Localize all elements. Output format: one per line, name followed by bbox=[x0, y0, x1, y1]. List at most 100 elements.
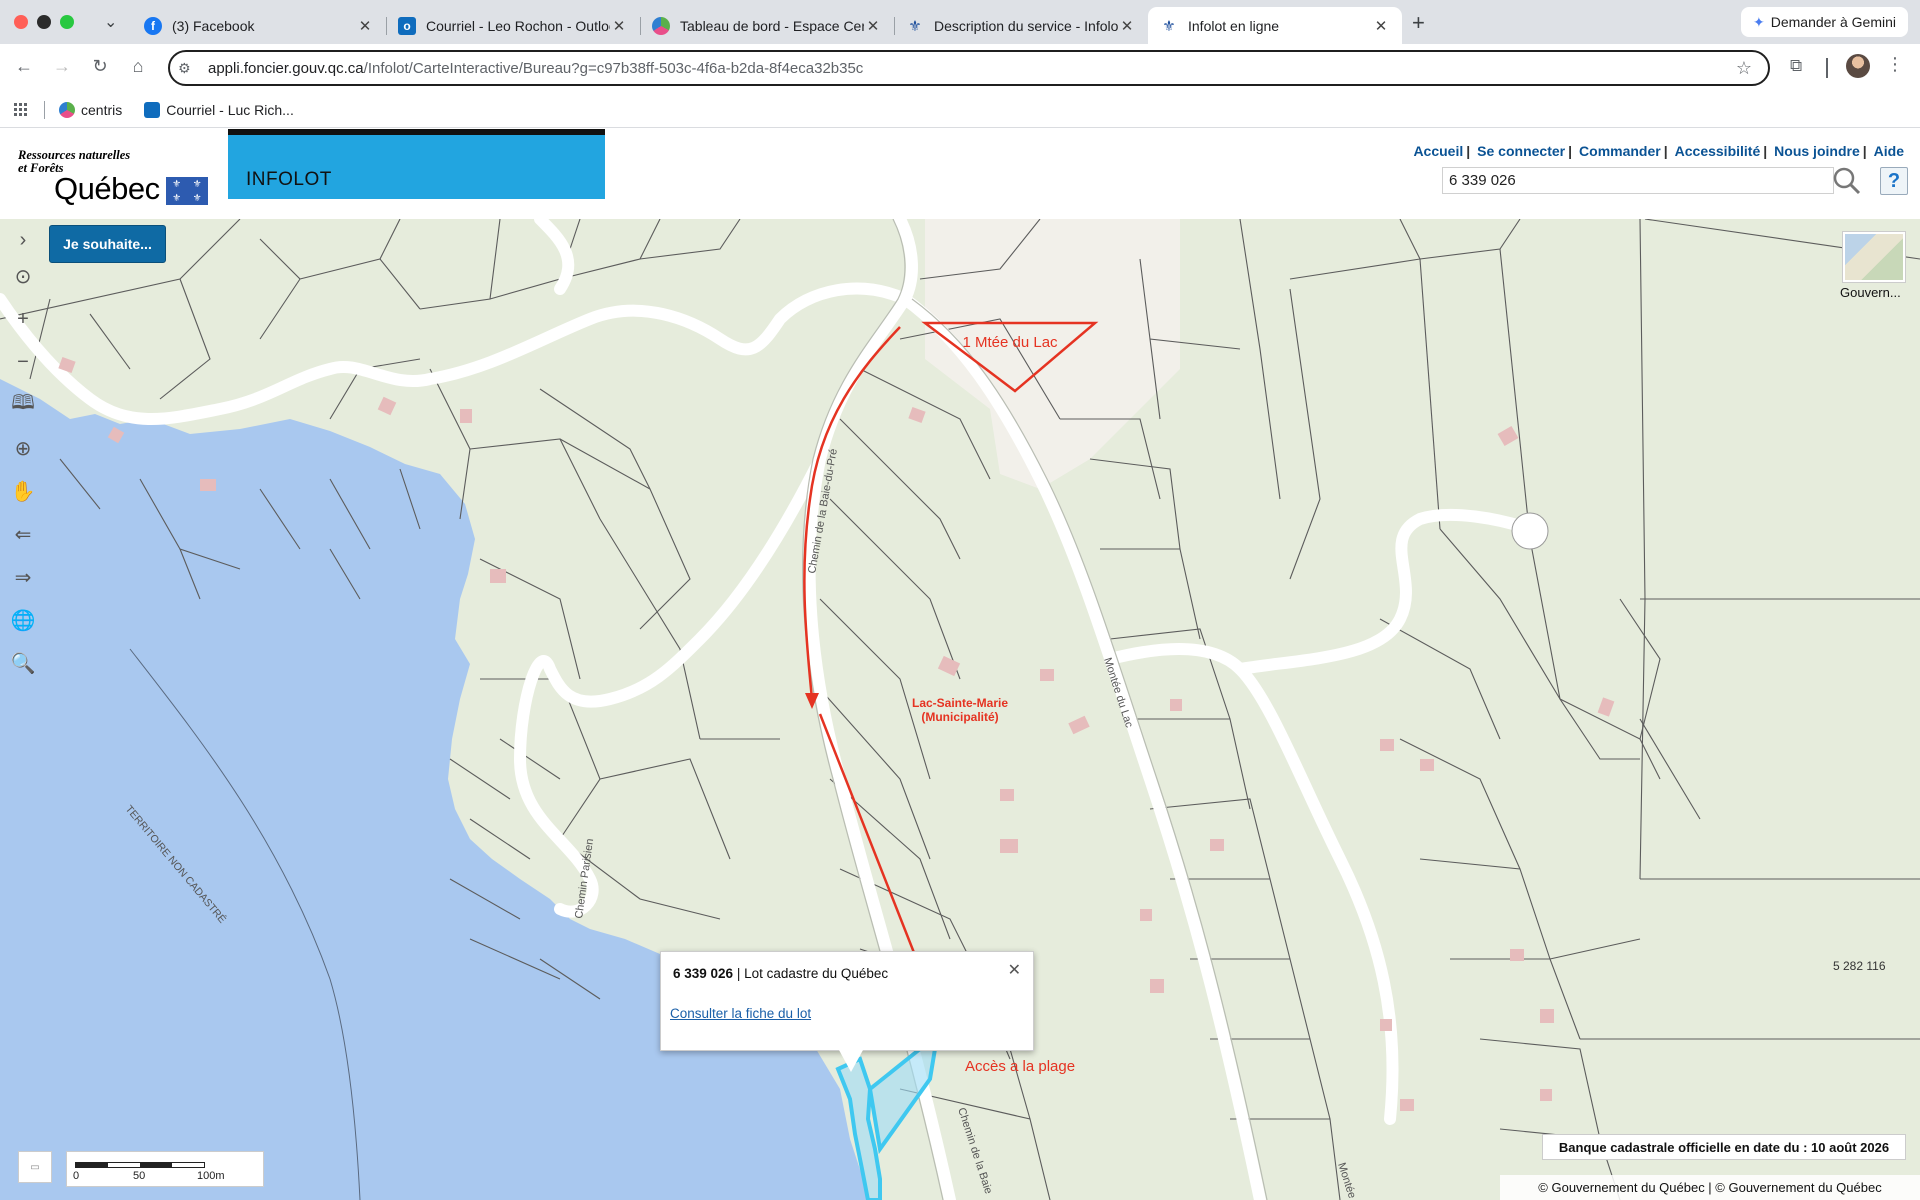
gemini-label: Demander à Gemini bbox=[1770, 14, 1896, 30]
previous-extent-icon[interactable]: ⇐ bbox=[4, 517, 42, 551]
next-extent-icon[interactable]: ⇒ bbox=[4, 560, 42, 594]
home-icon[interactable]: ⌂ bbox=[126, 56, 150, 77]
scale-label-50: 50 bbox=[133, 1170, 146, 1182]
link-accueil[interactable]: Accueil bbox=[1413, 143, 1463, 159]
bookmark-star-icon[interactable]: ☆ bbox=[1736, 58, 1752, 79]
maximize-window-button[interactable] bbox=[60, 15, 74, 29]
quebec-logo[interactable]: Ressources naturelles et Forêts Québec ⚜… bbox=[18, 149, 218, 209]
popup-title: 6 339 026 | Lot cadastre du Québec bbox=[673, 966, 889, 981]
scale-label-100m: 100m bbox=[197, 1170, 225, 1182]
tab-close-icon[interactable]: ✕ bbox=[356, 17, 374, 35]
basemap-switcher[interactable] bbox=[1842, 231, 1906, 283]
road-label-montee: Montée bbox=[1335, 1161, 1358, 1200]
centris-icon bbox=[59, 101, 75, 118]
lot-search-input[interactable]: 6 339 026 bbox=[1442, 167, 1834, 194]
minimize-window-button[interactable] bbox=[37, 15, 51, 29]
gemini-sparkle-icon: ✦ bbox=[1752, 13, 1765, 30]
back-arrow-icon[interactable]: ← bbox=[12, 56, 36, 77]
search-icon[interactable] bbox=[1832, 166, 1862, 196]
quebec-fleur-de-lis-icon: ⚜ bbox=[1162, 17, 1176, 35]
je-souhaite-button[interactable]: Je souhaite... bbox=[49, 225, 166, 263]
browser-menu-icon[interactable]: ⋮ bbox=[1886, 54, 1904, 75]
logo-quebec-text: Québec bbox=[54, 171, 160, 206]
basemap-thumbnail bbox=[1845, 234, 1903, 280]
url-text[interactable]: appli.foncier.gouv.qc.ca/Infolot/CarteIn… bbox=[208, 60, 863, 77]
link-se-connecter[interactable]: Se connecter bbox=[1477, 143, 1565, 159]
scale-bar-graphic bbox=[75, 1162, 205, 1168]
reload-icon[interactable]: ↻ bbox=[88, 56, 112, 77]
tab-title: Tableau de bord - Espace Centris bbox=[680, 17, 864, 34]
tab-close-icon[interactable]: ✕ bbox=[1118, 17, 1136, 35]
tab-search-chevron-icon[interactable]: ⌄ bbox=[104, 12, 117, 32]
quebec-fleur-de-lis-icon: ⚜ bbox=[908, 17, 922, 35]
tab-infolot-description[interactable]: ⚜ Description du service - Infolot ✕ bbox=[894, 7, 1148, 44]
tab-centris[interactable]: Tableau de bord - Espace Centris ✕ bbox=[640, 7, 894, 44]
expand-panel-chevron-icon[interactable]: › bbox=[4, 229, 42, 251]
map-copyright: © Gouvernement du Québec | © Gouvernemen… bbox=[1500, 1175, 1920, 1200]
ask-gemini-button[interactable]: ✦ Demander à Gemini bbox=[1740, 7, 1908, 37]
extensions-puzzle-icon[interactable]: ⧉ bbox=[1790, 56, 1802, 76]
road-cul-de-sac bbox=[1511, 512, 1549, 550]
tab-close-icon[interactable]: ✕ bbox=[610, 17, 628, 35]
zoom-to-selection-icon[interactable]: 🔍 bbox=[4, 646, 42, 680]
app-title: INFOLOT bbox=[246, 169, 332, 190]
tab-infolot-en-ligne[interactable]: ⚜ Infolot en ligne ✕ bbox=[1148, 7, 1402, 44]
tab-close-icon[interactable]: ✕ bbox=[864, 17, 882, 35]
locate-me-icon[interactable]: ⊙ bbox=[4, 259, 42, 293]
basemap-label: Gouvern... bbox=[1840, 285, 1901, 300]
consulter-fiche-link[interactable]: Consulter la fiche du lot bbox=[670, 1006, 811, 1021]
link-commander[interactable]: Commander bbox=[1579, 143, 1661, 159]
road-label-baie-bottom: Chemin de la Baie bbox=[955, 1106, 994, 1195]
full-extent-icon[interactable]: 🌐 bbox=[4, 603, 42, 637]
profile-avatar[interactable] bbox=[1846, 54, 1870, 78]
site-header: Ressources naturelles et Forêts Québec ⚜… bbox=[0, 129, 1920, 219]
tab-close-icon[interactable]: ✕ bbox=[1372, 17, 1390, 35]
municipality-label-line1: Lac-Sainte-Marie bbox=[912, 696, 1008, 710]
apps-grid-icon[interactable] bbox=[14, 102, 28, 117]
centris-icon bbox=[652, 16, 670, 35]
overview-map-toggle-icon[interactable]: ▭ bbox=[18, 1151, 52, 1183]
bookmarks-divider bbox=[44, 100, 45, 119]
address-bar[interactable]: ⚙ appli.foncier.gouv.qc.ca/Infolot/Carte… bbox=[168, 50, 1770, 86]
map-canvas[interactable]: 1 Mtée du Lac Accès a la plage Lac-Saint… bbox=[0, 219, 1920, 1200]
tab-outlook[interactable]: o Courriel - Leo Rochon - Outlook ✕ bbox=[386, 7, 640, 44]
tab-facebook[interactable]: f (3) Facebook ✕ bbox=[132, 7, 386, 44]
outlook-icon bbox=[144, 101, 161, 118]
pan-hand-icon[interactable]: ✋ bbox=[4, 474, 42, 508]
lake-water bbox=[0, 379, 870, 1200]
interactive-map[interactable]: 1 Mtée du Lac Accès a la plage Lac-Saint… bbox=[0, 219, 1920, 1200]
lot-info-popup: 6 339 026 | Lot cadastre du Québec ✕ Con… bbox=[660, 951, 1034, 1072]
site-settings-icon[interactable]: ⚙ bbox=[178, 60, 208, 77]
tab-title: Description du service - Infolot bbox=[934, 17, 1118, 34]
help-button[interactable]: ? bbox=[1880, 167, 1908, 195]
legend-book-icon[interactable]: 🕮 bbox=[4, 388, 42, 422]
zoom-in-icon[interactable]: + bbox=[4, 302, 42, 336]
outlook-icon: o bbox=[398, 16, 416, 35]
top-navigation: Accueil | Se connecter | Commander | Access… bbox=[1413, 143, 1904, 159]
zoom-out-icon[interactable]: − bbox=[4, 345, 42, 379]
browser-tab-strip: ⌄ f (3) Facebook ✕ o Courriel - Leo Roch… bbox=[0, 0, 1920, 44]
window-controls bbox=[14, 15, 74, 29]
new-tab-plus-icon[interactable]: + bbox=[1412, 10, 1425, 36]
bookmark-courriel[interactable]: Courriel - Luc Rich... bbox=[144, 101, 294, 118]
close-window-button[interactable] bbox=[14, 15, 28, 29]
tab-title: Infolot en ligne bbox=[1188, 17, 1280, 34]
link-nous-joindre[interactable]: Nous joindre bbox=[1774, 143, 1860, 159]
tab-list: f (3) Facebook ✕ o Courriel - Leo Rochon… bbox=[132, 7, 1402, 44]
tab-title: Courriel - Leo Rochon - Outlook bbox=[426, 17, 610, 34]
map-toolbar: › ⊙ + − 🕮 ⊕ ✋ ⇐ ⇒ 🌐 🔍 bbox=[4, 229, 42, 689]
app-banner: INFOLOT bbox=[228, 129, 605, 199]
scale-bar: 0 50 100m bbox=[66, 1151, 264, 1187]
scale-label-0: 0 bbox=[73, 1170, 80, 1182]
facebook-icon: f bbox=[144, 16, 162, 35]
close-popup-icon[interactable]: ✕ bbox=[1008, 960, 1021, 980]
bookmark-centris[interactable]: centris bbox=[59, 101, 122, 118]
bookmark-label: Courriel - Luc Rich... bbox=[166, 101, 294, 118]
tab-title: (3) Facebook bbox=[172, 17, 255, 34]
link-accessibilite[interactable]: Accessibilité bbox=[1675, 143, 1761, 159]
bookmarks-bar: centris Courriel - Luc Rich... bbox=[0, 92, 1920, 128]
forward-arrow-icon[interactable]: → bbox=[50, 56, 74, 77]
link-aide[interactable]: Aide bbox=[1874, 143, 1904, 159]
lot-number-label: 5 282 116 bbox=[1833, 959, 1886, 973]
zoom-box-icon[interactable]: ⊕ bbox=[4, 431, 42, 465]
